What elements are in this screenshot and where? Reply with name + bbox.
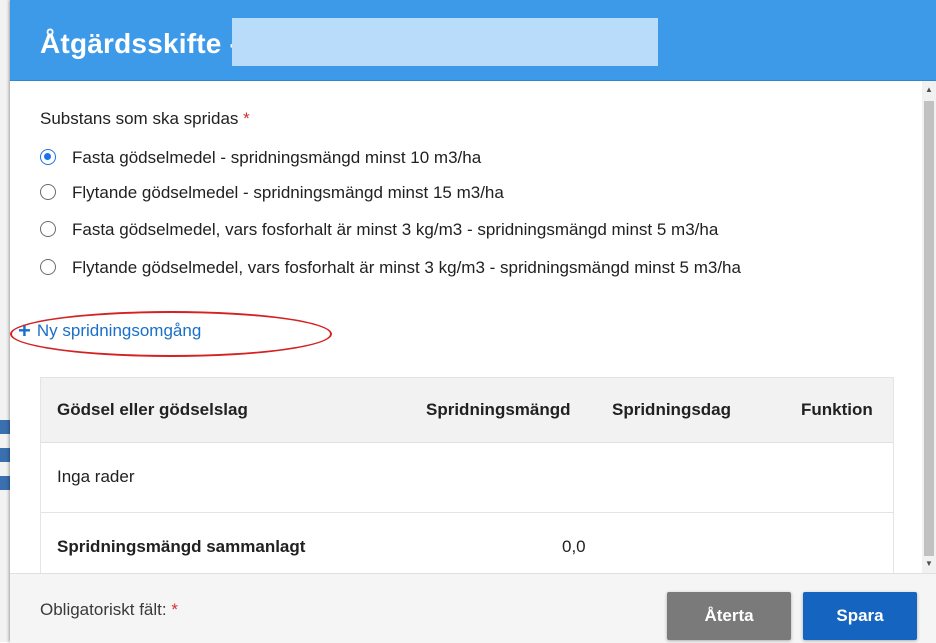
radio-option-label: Fasta gödselmedel, vars fosforhalt är mi… [72,220,719,239]
required-asterisk: * [171,600,178,619]
required-field-label: Obligatoriskt fält: [40,600,167,619]
new-spreading-round-link[interactable]: + Ny spridningsomgång [18,318,202,343]
column-header: Funktion [801,400,873,419]
radio-option-label: Flytande gödselmedel, vars fosforhalt är… [72,258,741,277]
table-row-total: Spridningsmängd sammanlagt 0,0 [41,513,893,573]
scroll-up-icon[interactable]: ▲ [925,85,933,94]
spreading-table: Gödsel eller gödselslag Spridningsmängd … [40,377,894,573]
background-page-edge [0,0,10,642]
radio-button-checked[interactable] [40,149,56,165]
radio-option-label: Fasta gödselmedel - spridningsmängd mins… [72,148,482,167]
radio-button[interactable] [40,259,56,275]
substance-label: Substans som ska spridas * [40,109,250,129]
dialog: Åtgärdsskifte - Substans som ska spridas… [10,0,936,643]
required-field-note: Obligatoriskt fält: * [40,600,178,620]
table-header: Gödsel eller gödselslag Spridningsmängd … [41,378,893,443]
new-spreading-round-label: Ny spridningsomgång [36,321,202,340]
table-row-empty: Inga rader [41,443,893,513]
content-scrollbar[interactable]: ▲ ▼ [922,81,936,573]
column-header: Spridningsmängd [426,400,571,419]
undo-button[interactable]: Återta [667,592,791,640]
radio-button[interactable] [40,184,56,200]
dialog-content: Substans som ska spridas * Fasta gödselm… [10,81,922,573]
column-header: Spridningsdag [612,400,731,419]
scrollbar-thumb[interactable] [924,101,934,556]
plus-icon: + [18,318,31,343]
save-button[interactable]: Spara [803,592,917,640]
radio-option-4[interactable]: Flytande gödselmedel, vars fosforhalt är… [40,257,892,279]
background-marker [0,448,10,462]
radio-option-1[interactable]: Fasta gödselmedel - spridningsmängd mins… [40,147,892,169]
dialog-title: Åtgärdsskifte - [40,28,240,59]
radio-option-3[interactable]: Fasta gödselmedel, vars fosforhalt är mi… [40,219,892,241]
total-label: Spridningsmängd sammanlagt [57,537,306,556]
background-marker [0,420,10,434]
dialog-footer: Obligatoriskt fält: * Återta Spara [10,573,936,643]
empty-rows-text: Inga rader [57,467,135,486]
required-asterisk: * [243,109,250,128]
column-header: Gödsel eller gödselslag [57,400,248,419]
dialog-header: Åtgärdsskifte - [10,0,936,81]
total-value: 0,0 [562,537,586,556]
radio-button[interactable] [40,221,56,237]
radio-option-2[interactable]: Flytande gödselmedel - spridningsmängd m… [40,182,892,204]
scroll-down-icon[interactable]: ▼ [925,559,933,568]
redacted-title-field [232,18,658,66]
substance-label-text: Substans som ska spridas [40,109,239,128]
background-marker [0,476,10,490]
radio-option-label: Flytande gödselmedel - spridningsmängd m… [72,183,504,202]
